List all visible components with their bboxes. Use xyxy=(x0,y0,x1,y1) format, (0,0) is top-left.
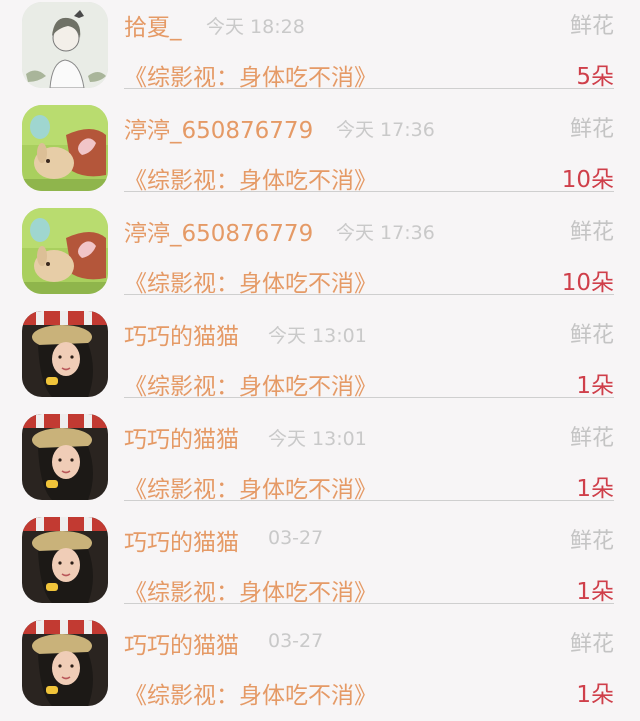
row-divider xyxy=(124,603,614,604)
gift-count: 10朵 xyxy=(561,167,614,193)
row-divider xyxy=(124,397,614,398)
user-avatar[interactable] xyxy=(22,2,108,88)
avatar-girl-hat-icon xyxy=(22,414,108,500)
user-avatar[interactable] xyxy=(22,620,108,706)
user-avatar[interactable] xyxy=(22,105,108,191)
book-title-link[interactable]: 《综影视：身体吃不消》 xyxy=(124,161,377,195)
avatar-girl-hat-icon xyxy=(22,620,108,706)
book-title-link[interactable]: 《综影视：身体吃不消》 xyxy=(124,676,377,710)
gift-record-row[interactable]: 巧巧的猫猫 今天 13:01 鲜花 《综影视：身体吃不消》 1朵 xyxy=(0,309,640,412)
book-title-link[interactable]: 《综影视：身体吃不消》 xyxy=(124,573,377,607)
user-avatar[interactable] xyxy=(22,517,108,603)
gift-type-label: 鲜花 xyxy=(569,529,614,554)
gift-count: 1朵 xyxy=(576,682,614,708)
gift-count: 1朵 xyxy=(576,373,614,399)
gift-type-label: 鲜花 xyxy=(569,323,614,348)
user-name[interactable]: 拾夏_ xyxy=(124,8,182,42)
gift-type-label: 鲜花 xyxy=(569,426,614,451)
row-divider xyxy=(124,88,614,89)
avatar-girl-sketch-icon xyxy=(22,2,108,88)
timestamp: 今天 13:01 xyxy=(268,428,367,450)
gift-record-row[interactable]: 巧巧的猫猫 今天 13:01 鲜花 《综影视：身体吃不消》 1朵 xyxy=(0,412,640,515)
timestamp: 今天 18:28 xyxy=(206,16,305,38)
gift-count: 1朵 xyxy=(576,476,614,502)
gift-count: 5朵 xyxy=(576,64,614,90)
gift-type-label: 鲜花 xyxy=(569,117,614,142)
timestamp: 03-27 xyxy=(268,630,324,652)
user-avatar[interactable] xyxy=(22,414,108,500)
gift-record-row[interactable]: 巧巧的猫猫 03-27 鲜花 《综影视：身体吃不消》 1朵 xyxy=(0,515,640,618)
timestamp: 03-27 xyxy=(268,527,324,549)
gift-type-label: 鲜花 xyxy=(569,632,614,657)
book-title-link[interactable]: 《综影视：身体吃不消》 xyxy=(124,58,377,92)
gift-record-row[interactable]: 拾夏_ 今天 18:28 鲜花 《综影视：身体吃不消》 5朵 xyxy=(0,0,640,103)
timestamp: 今天 17:36 xyxy=(336,119,435,141)
row-divider xyxy=(124,191,614,192)
gift-count: 10朵 xyxy=(561,270,614,296)
avatar-rabbit-icon xyxy=(22,208,108,294)
user-name[interactable]: 巧巧的猫猫 xyxy=(124,626,239,660)
gift-type-label: 鲜花 xyxy=(569,220,614,245)
user-avatar[interactable] xyxy=(22,311,108,397)
book-title-link[interactable]: 《综影视：身体吃不消》 xyxy=(124,470,377,504)
user-name[interactable]: 巧巧的猫猫 xyxy=(124,317,239,351)
user-name[interactable]: 巧巧的猫猫 xyxy=(124,420,239,454)
avatar-rabbit-icon xyxy=(22,105,108,191)
gift-type-label: 鲜花 xyxy=(569,14,614,39)
timestamp: 今天 13:01 xyxy=(268,325,367,347)
book-title-link[interactable]: 《综影视：身体吃不消》 xyxy=(124,367,377,401)
row-divider xyxy=(124,294,614,295)
gift-record-row[interactable]: 渟渟_650876779 今天 17:36 鲜花 《综影视：身体吃不消》 10朵 xyxy=(0,206,640,309)
timestamp: 今天 17:36 xyxy=(336,222,435,244)
gift-count: 1朵 xyxy=(576,579,614,605)
user-name[interactable]: 巧巧的猫猫 xyxy=(124,523,239,557)
row-divider xyxy=(124,500,614,501)
book-title-link[interactable]: 《综影视：身体吃不消》 xyxy=(124,264,377,298)
avatar-girl-hat-icon xyxy=(22,517,108,603)
user-name[interactable]: 渟渟_650876779 xyxy=(124,214,313,248)
avatar-girl-hat-icon xyxy=(22,311,108,397)
user-name[interactable]: 渟渟_650876779 xyxy=(124,111,313,145)
gift-record-row[interactable]: 渟渟_650876779 今天 17:36 鲜花 《综影视：身体吃不消》 10朵 xyxy=(0,103,640,206)
user-avatar[interactable] xyxy=(22,208,108,294)
